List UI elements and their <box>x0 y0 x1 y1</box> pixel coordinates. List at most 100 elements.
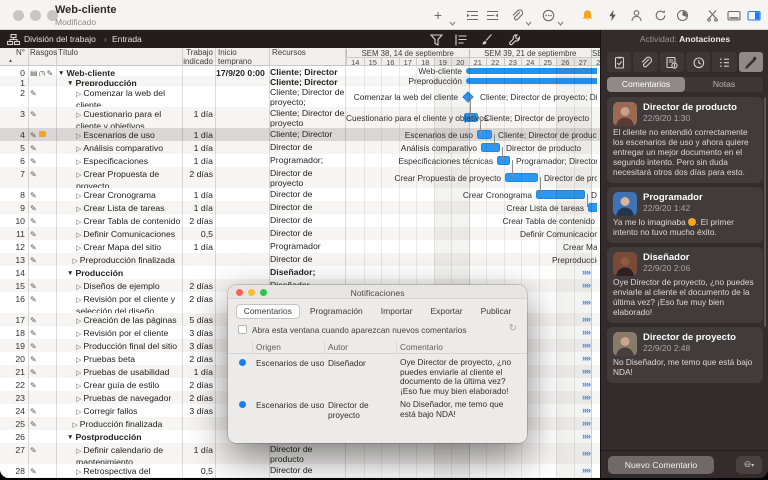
task-title[interactable]: ▷ Crear guía de estilo <box>56 378 182 391</box>
task-title[interactable]: ▷ Creación de las páginas <box>56 313 182 326</box>
comment-card[interactable]: Programador 22/9/20 1:42 Ya me lo imaginab… <box>607 187 763 243</box>
expand-arrow-icon[interactable]: ▷ <box>76 370 81 377</box>
open-on-new-comments-checkbox[interactable] <box>238 324 247 334</box>
task-title[interactable]: ▷ Análisis comparativo <box>56 141 182 154</box>
gantt-offscreen-icon[interactable]: »» <box>582 366 591 376</box>
comment-card[interactable]: Director de producto 22/9/20 1:30 El clien… <box>607 97 763 183</box>
task-title[interactable]: ▷ Crear Propuesta de proyecto <box>56 167 182 188</box>
expand-arrow-icon[interactable]: ▷ <box>76 396 81 403</box>
gantt-offscreen-icon[interactable]: »» <box>582 431 591 441</box>
notif-tab-publicar[interactable]: Publicar <box>473 304 520 319</box>
expand-arrow-icon[interactable]: ▷ <box>76 219 81 226</box>
expand-arrow-icon[interactable]: ▷ <box>76 172 81 179</box>
task-row[interactable]: 1 ▼Preproducción Cliente; Director d… Prepr… <box>0 76 600 86</box>
gantt-task-bar[interactable] <box>505 173 538 182</box>
task-row[interactable]: 2 ✎ ▷ Comenzar la web del cliente Cliente; D… <box>0 86 600 107</box>
window-layout-icon[interactable] <box>726 7 742 23</box>
header-titulo[interactable]: Título <box>58 48 178 65</box>
add-chevron-icon[interactable] <box>449 14 456 26</box>
notif-tab-exportar[interactable]: Exportar <box>422 304 470 319</box>
bolt-icon[interactable] <box>604 7 620 23</box>
outdent-icon[interactable] <box>484 7 500 23</box>
gantt-offscreen-icon[interactable]: »» <box>582 353 591 363</box>
inspector-toggle-icon[interactable] <box>746 7 762 23</box>
task-title[interactable]: ▷ Pruebas de navegador <box>56 391 182 404</box>
collapse-arrow-icon[interactable]: ▼ <box>67 270 73 277</box>
expand-arrow-icon[interactable]: ▷ <box>72 258 77 265</box>
gantt-offscreen-icon[interactable]: »» <box>582 405 591 415</box>
minimize-button[interactable] <box>30 10 41 21</box>
task-title[interactable]: ▷Presentaciones finales <box>56 477 182 478</box>
expand-arrow-icon[interactable]: ▷ <box>76 383 81 390</box>
expand-arrow-icon[interactable]: ▷ <box>76 112 81 119</box>
task-row[interactable]: 10 ✎ ▷ Crear Tabla de contenido 2 días Direct… <box>0 214 600 227</box>
comment-card[interactable]: Diseñador 22/9/20 2:06 Oye Director de pro… <box>607 247 763 323</box>
expand-arrow-icon[interactable]: ▷ <box>76 409 81 416</box>
comment-flag-icon[interactable] <box>38 131 46 137</box>
gantt-offscreen-icon[interactable]: »» <box>582 314 591 324</box>
time-pie-icon[interactable] <box>674 7 690 23</box>
gantt-offscreen-icon[interactable]: »» <box>582 448 591 458</box>
gantt-milestone[interactable] <box>462 90 474 103</box>
task-row[interactable]: 4 ✎ ▷ Escenarios de uso 1 día Cliente; Direct… <box>0 128 600 141</box>
style-icon[interactable] <box>455 33 468 46</box>
col-autor[interactable]: Autor <box>328 342 348 352</box>
task-row[interactable]: 3 ✎ ▷ Cuestionario para el cliente y objeti… <box>0 107 600 128</box>
task-title[interactable]: ▷ Pruebas beta <box>56 352 182 365</box>
gantt-task-bar[interactable] <box>588 203 597 212</box>
gantt-offscreen-icon[interactable]: »» <box>582 418 591 428</box>
header-trabajo[interactable]: Trabajo indicado <box>183 48 213 65</box>
collapse-arrow-icon[interactable]: ▼ <box>67 434 73 441</box>
task-title[interactable]: ▷ Crear Lista de tareas <box>56 201 182 214</box>
gantt-offscreen-icon[interactable]: »» <box>582 478 591 479</box>
task-title[interactable]: ▷ Comenzar la web del cliente <box>56 86 182 107</box>
expand-arrow-icon[interactable]: ▷ <box>76 193 81 200</box>
task-row[interactable]: 7 ✎ ▷ Crear Propuesta de proyecto 2 días Dire… <box>0 167 600 188</box>
expand-arrow-icon[interactable]: ▷ <box>76 146 81 153</box>
expand-arrow-icon[interactable]: ▷ <box>76 159 81 166</box>
notif-tab-importar[interactable]: Importar <box>373 304 421 319</box>
task-row[interactable]: 13 ✎ ▷ Preproducción finalizada Director de … <box>0 253 600 266</box>
task-title[interactable]: ▷ Escenarios de uso <box>56 128 182 141</box>
person-icon[interactable] <box>628 7 644 23</box>
attach-chevron-icon[interactable] <box>525 14 532 26</box>
gantt-summary-bar[interactable] <box>466 68 597 74</box>
col-origen[interactable]: Origen <box>256 342 281 352</box>
task-row[interactable]: 11✎▷Definir Comunicaciones0,5 díasDirect… <box>0 227 600 240</box>
col-comentario[interactable]: Comentario <box>400 342 443 352</box>
task-row[interactable]: 6✎▷Especificaciones técnicas1 díaProgram… <box>0 154 600 167</box>
task-row[interactable]: 5 ✎ ▷ Análisis comparativo 1 día Director de … <box>0 141 600 154</box>
task-title[interactable]: ▼ Producción <box>56 266 182 279</box>
task-title[interactable]: ▷ Preproducción finalizada <box>56 253 182 266</box>
task-row[interactable]: 8✎▷Crear Cronograma1 díaDirector de proy… <box>0 188 600 201</box>
task-title[interactable]: ▷ Definir Comunicaciones <box>56 227 182 240</box>
expand-arrow-icon[interactable]: ▷ <box>76 357 81 364</box>
task-row[interactable]: 28✎▷Retrospectiva del proyecto0,5 díasDi… <box>0 464 600 478</box>
task-row[interactable]: 9 ✎ ▷ Crear Lista de tareas 1 día Director de… <box>0 201 600 214</box>
cut-icon[interactable] <box>704 7 720 23</box>
expand-arrow-icon[interactable]: ▷ <box>76 206 81 213</box>
task-title[interactable]: ▷ Producción final del sitio <box>56 339 182 352</box>
new-comment-button[interactable]: Nuevo Comentario <box>608 456 714 474</box>
task-title[interactable]: ▼ Web-cliente <box>56 66 182 76</box>
expand-arrow-icon[interactable]: ▷ <box>76 91 81 98</box>
breadcrumb-leaf[interactable]: Entrada <box>112 34 142 44</box>
task-title[interactable]: ▷ Revisión por el cliente <box>56 326 182 339</box>
more-actions-icon[interactable] <box>540 7 556 23</box>
expand-arrow-icon[interactable]: ▷ <box>76 448 81 455</box>
breakdown-view-icon[interactable] <box>6 33 21 46</box>
task-title[interactable]: ▷ Crear Tabla de contenido <box>56 214 182 227</box>
add-button[interactable]: + <box>430 7 446 23</box>
gantt-offscreen-icon[interactable]: »» <box>582 379 591 389</box>
gantt-offscreen-icon[interactable]: »» <box>582 392 591 402</box>
notif-tab-programación[interactable]: Programación <box>302 304 371 319</box>
task-title[interactable]: ▷ Crear Mapa del sitio <box>56 240 182 253</box>
task-title[interactable]: ▷ Diseños de ejemplo <box>56 279 182 292</box>
expand-arrow-icon[interactable]: ▷ <box>76 232 81 239</box>
task-row[interactable]: 0 ▤◷✎ ▼ Web-cliente 17/9/20 0:00 Cliente; Dir… <box>0 66 600 76</box>
gantt-summary-bar[interactable] <box>466 78 597 84</box>
outline-icon[interactable] <box>712 52 737 72</box>
expand-arrow-icon[interactable]: ▷ <box>76 245 81 252</box>
task-title[interactable]: ▷ Definir calendario de mantenimiento <box>56 443 182 464</box>
task-row[interactable]: 29 ✎▷Presentaciones finales0,5 días Client… <box>0 477 600 478</box>
